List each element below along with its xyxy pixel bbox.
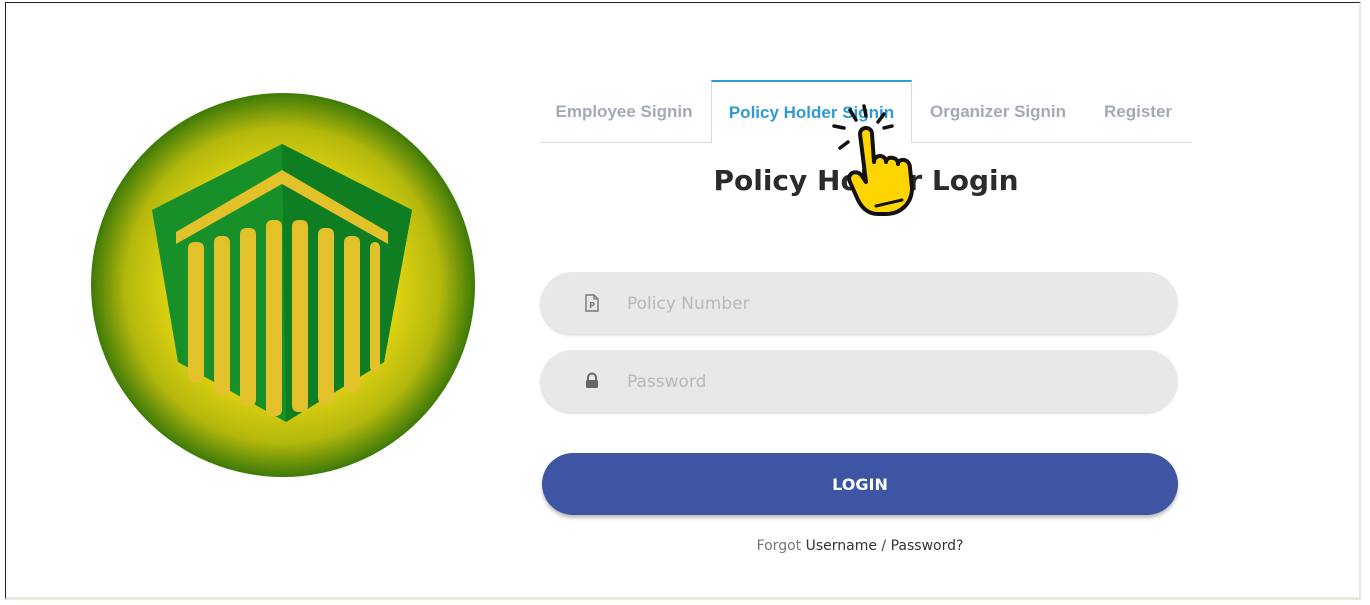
tab-organizer-signin[interactable]: Organizer Signin — [918, 80, 1078, 142]
tab-employee-signin[interactable]: Employee Signin — [540, 80, 708, 142]
forgot-prefix: Forgot — [756, 538, 802, 554]
forgot-username-link[interactable]: Username — [806, 538, 877, 554]
password-field — [541, 350, 1178, 414]
password-input[interactable] — [625, 350, 1149, 414]
forgot-password-link[interactable]: Password? — [891, 538, 964, 554]
company-logo — [91, 93, 475, 477]
forgot-credentials: Forgot Username / Password? — [540, 538, 1180, 554]
policy-number-field: P — [541, 272, 1178, 336]
tab-register[interactable]: Register — [1094, 80, 1182, 142]
svg-text:P: P — [589, 301, 595, 310]
policy-document-icon: P — [585, 294, 599, 312]
pointer-hand-icon — [832, 104, 914, 216]
forgot-separator: / — [881, 538, 887, 554]
lock-icon — [586, 372, 598, 388]
login-button[interactable]: LOGIN — [542, 453, 1178, 515]
policy-number-input[interactable] — [625, 272, 1149, 336]
